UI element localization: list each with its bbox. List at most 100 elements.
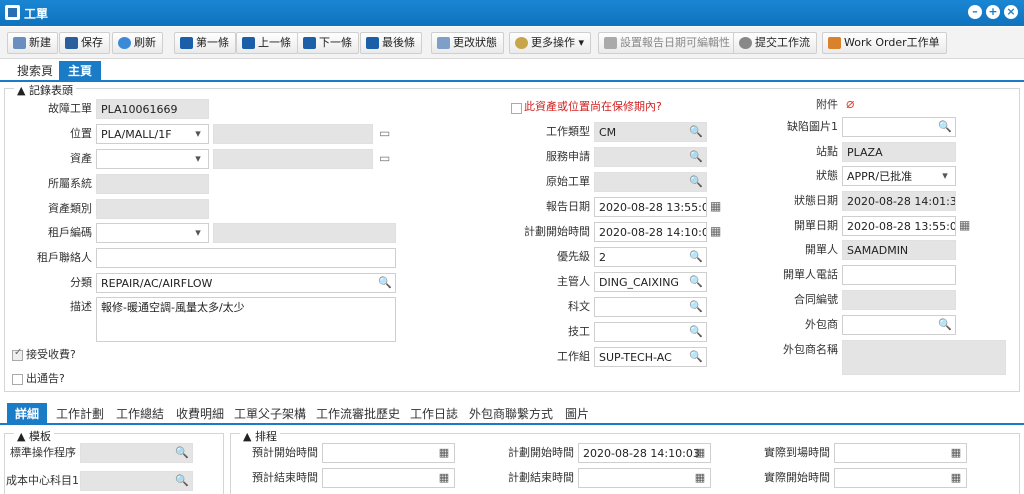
category-label: 分類	[70, 276, 92, 289]
change-status-button[interactable]: 更改狀態	[431, 32, 504, 54]
comment-icon[interactable]: ▭	[379, 126, 390, 140]
category-field[interactable]: REPAIR/AC/AIRFLOW 🔍	[96, 273, 396, 293]
section-label: 科文	[568, 300, 590, 313]
warranty-checkbox[interactable]	[511, 103, 522, 114]
report-date-field[interactable]: 2020-08-28 13:55:03	[594, 197, 707, 217]
system-label: 所屬系統	[48, 177, 92, 190]
calendar-icon[interactable]: ▦	[948, 445, 964, 461]
tab-work-plan[interactable]: 工作計劃	[48, 403, 112, 425]
search-icon[interactable]: 🔍	[688, 349, 704, 365]
tab-fee-detail[interactable]: 收費明細	[168, 403, 232, 425]
plan-start-bottom-field[interactable]: 2020-08-28 14:10:03 ▦	[578, 443, 711, 463]
tenant-code-field[interactable]: ▾	[96, 223, 209, 243]
est-start-field[interactable]: ▦	[322, 443, 455, 463]
calendar-icon[interactable]: ▦	[710, 224, 721, 238]
tab-workflow-history[interactable]: 工作流審批歷史	[308, 403, 408, 425]
more-icon	[515, 37, 528, 49]
asset-field[interactable]: ▾	[96, 149, 209, 169]
tab-search[interactable]: 搜索頁	[8, 61, 62, 82]
actual-arrive-field[interactable]: ▦	[834, 443, 967, 463]
chevron-down-icon[interactable]: ▾	[190, 225, 206, 241]
first-record-button[interactable]: 第一條	[174, 32, 236, 54]
original-workorder-field[interactable]: 🔍	[594, 172, 707, 192]
tab-images[interactable]: 圖片	[557, 403, 597, 425]
workorder-report-button[interactable]: Work Order工作单	[822, 32, 947, 54]
calendar-icon[interactable]: ▦	[436, 445, 452, 461]
chevron-down-icon[interactable]: ▾	[937, 168, 953, 184]
est-start-label: 預計開始時間	[252, 446, 318, 459]
service-request-label: 服務申請	[546, 150, 590, 163]
cost-center-field[interactable]: 🔍	[80, 471, 193, 491]
notice-label: 出通告?	[26, 372, 65, 385]
worktype-field[interactable]: CM 🔍	[594, 122, 707, 142]
plan-start-field[interactable]: 2020-08-28 14:10:03	[594, 222, 707, 242]
prev-record-button[interactable]: 上一條	[236, 32, 298, 54]
tab-work-summary[interactable]: 工作總結	[108, 403, 172, 425]
new-button[interactable]: 新建	[7, 32, 58, 54]
section-field[interactable]: 🔍	[594, 297, 707, 317]
search-icon[interactable]: 🔍	[937, 119, 953, 135]
accept-fee-checkbox[interactable]	[12, 347, 23, 361]
tenant-contact-field[interactable]	[96, 248, 396, 268]
sop-field[interactable]: 🔍	[80, 443, 193, 463]
search-icon[interactable]: 🔍	[688, 274, 704, 290]
plan-end-field[interactable]: ▦	[578, 468, 711, 488]
warranty-label: 此資產或位置尚在保修期內?	[524, 100, 662, 113]
refresh-button[interactable]: 刷新	[112, 32, 163, 54]
last-record-button[interactable]: 最後條	[360, 32, 422, 54]
defect-image-label: 缺陷圖片1	[787, 120, 838, 133]
calendar-icon[interactable]: ▦	[948, 470, 964, 486]
search-icon[interactable]: 🔍	[688, 249, 704, 265]
chevron-down-icon[interactable]: ▾	[190, 126, 206, 142]
tab-main[interactable]: 主頁	[59, 61, 102, 82]
desc-field[interactable]: 報修-暖通空調-風量太多/太少	[96, 297, 396, 342]
search-icon[interactable]: 🔍	[688, 149, 704, 165]
tab-parent-child[interactable]: 工單父子架構	[226, 403, 314, 425]
tag-icon	[437, 37, 450, 49]
minimize-icon[interactable]: –	[968, 5, 982, 19]
comment-icon[interactable]: ▭	[379, 151, 390, 165]
workorder-field[interactable]: PLA10061669	[96, 99, 209, 119]
defect-image-field[interactable]: 🔍	[842, 117, 956, 137]
priority-field[interactable]: 2 🔍	[594, 247, 707, 267]
more-actions-button[interactable]: 更多操作 ▾	[509, 32, 592, 54]
status-field[interactable]: APPR/已批准 ▾	[842, 166, 956, 186]
search-icon[interactable]: 🔍	[688, 174, 704, 190]
search-icon[interactable]: 🔍	[174, 445, 190, 461]
tab-detail[interactable]: 詳細	[7, 403, 48, 425]
open-date-field[interactable]: 2020-08-28 13:55:03	[842, 216, 956, 236]
submit-workflow-button[interactable]: 提交工作流	[733, 32, 817, 54]
calendar-icon[interactable]: ▦	[692, 445, 708, 461]
calendar-icon[interactable]: ▦	[436, 470, 452, 486]
search-icon[interactable]: 🔍	[377, 275, 393, 291]
tab-work-log[interactable]: 工作日誌	[402, 403, 466, 425]
opener-phone-field[interactable]	[842, 265, 956, 285]
tab-contractor-contact[interactable]: 外包商聯繫方式	[461, 403, 561, 425]
search-icon[interactable]: 🔍	[174, 473, 190, 489]
search-icon[interactable]: 🔍	[937, 317, 953, 333]
supervisor-field[interactable]: DING_CAIXING 🔍	[594, 272, 707, 292]
notice-checkbox[interactable]	[12, 374, 23, 385]
maximize-icon[interactable]: +	[986, 5, 1000, 19]
edit-icon	[604, 37, 617, 49]
calendar-icon[interactable]: ▦	[710, 199, 721, 213]
search-icon[interactable]: 🔍	[688, 324, 704, 340]
search-icon[interactable]: 🔍	[688, 299, 704, 315]
workgroup-field[interactable]: SUP-TECH-AC 🔍	[594, 347, 707, 367]
save-button[interactable]: 保存	[59, 32, 110, 54]
calendar-icon[interactable]: ▦	[692, 470, 708, 486]
service-request-field[interactable]: 🔍	[594, 147, 707, 167]
technician-field[interactable]: 🔍	[594, 322, 707, 342]
search-icon[interactable]: 🔍	[688, 124, 704, 140]
main-tabs: 搜索頁 主頁	[0, 59, 1024, 82]
close-icon[interactable]: ×	[1004, 5, 1018, 19]
actual-start-field[interactable]: ▦	[834, 468, 967, 488]
est-end-field[interactable]: ▦	[322, 468, 455, 488]
contractor-field[interactable]: 🔍	[842, 315, 956, 335]
next-record-button[interactable]: 下一條	[297, 32, 359, 54]
chevron-down-icon[interactable]: ▾	[190, 151, 206, 167]
paperclip-icon[interactable]: ⌀	[846, 96, 854, 112]
calendar-icon[interactable]: ▦	[959, 218, 970, 232]
set-report-date-button[interactable]: 設置報告日期可編輯性	[598, 32, 737, 54]
location-field[interactable]: PLA/MALL/1F ▾	[96, 124, 209, 144]
